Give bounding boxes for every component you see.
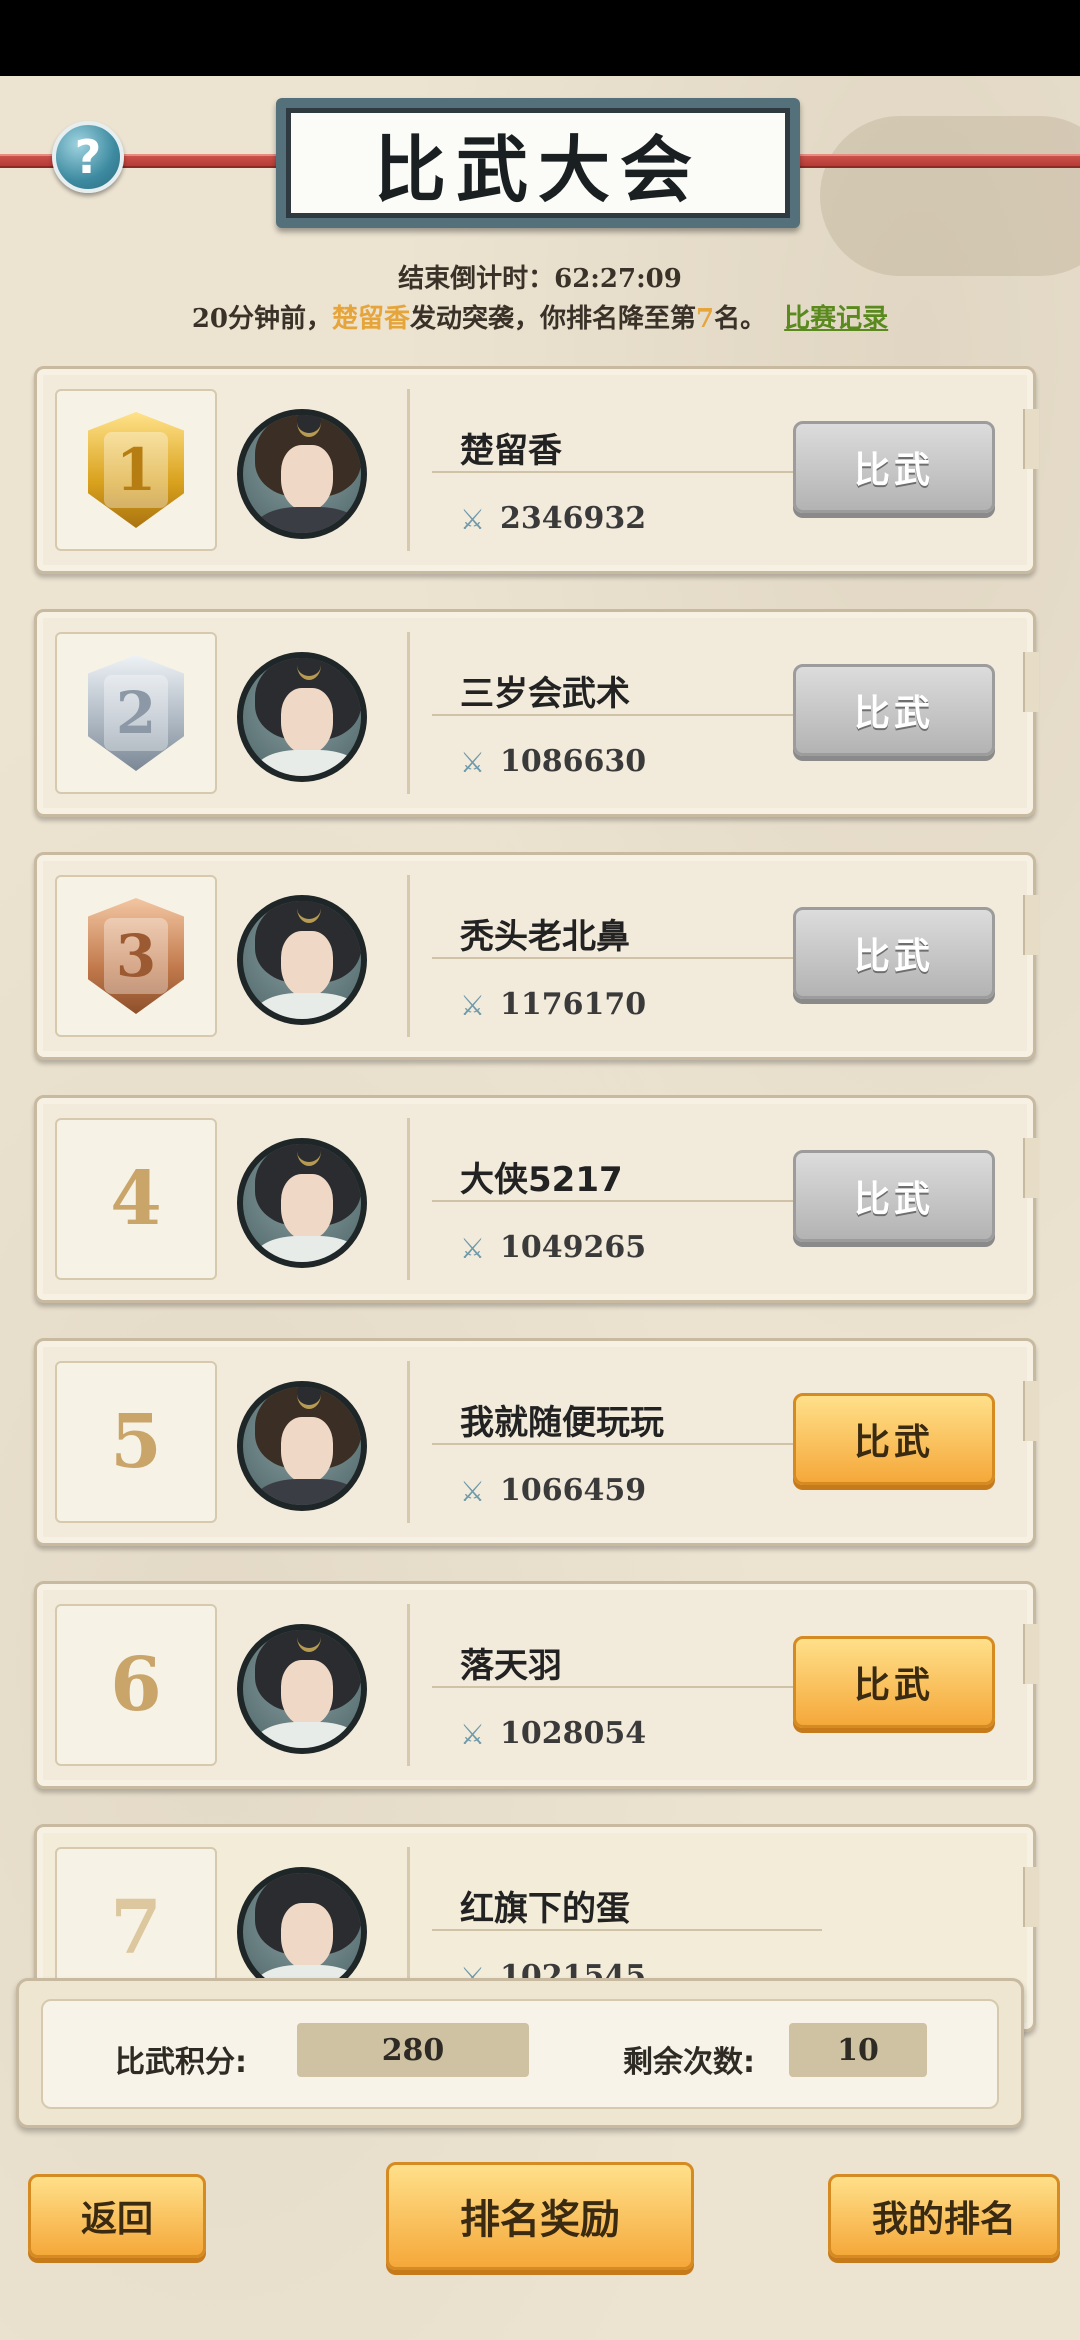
rank-rewards-button[interactable]: 排名奖励 — [386, 2162, 694, 2270]
player-info: 落天羽 ⚔ 1028054 — [407, 1604, 822, 1766]
rank-card: 1 楚留香 ⚔ 2346932 比武 — [34, 366, 1039, 574]
player-info: 三岁会武术 ⚔ 1086630 — [407, 632, 822, 794]
crossed-swords-icon: ⚔ — [460, 989, 486, 1022]
combat-power: 1066459 — [500, 1473, 647, 1508]
player-name: 三岁会武术 — [460, 674, 630, 714]
bronze-medal-icon: 3 — [88, 898, 184, 1014]
crossed-swords-icon: ⚔ — [460, 1718, 486, 1751]
player-avatar[interactable] — [237, 1624, 367, 1754]
player-info: 楚留香 ⚔ 2346932 — [407, 389, 822, 551]
player-avatar[interactable] — [237, 652, 367, 782]
rank-number: 7 — [110, 1885, 162, 1971]
game-screen: ? 比武大会 结束倒计时：62:27:09 20分钟前，楚留香发动突袭，你排名降… — [0, 76, 1080, 2340]
combat-power: 2346932 — [500, 501, 647, 536]
rank-badge: 1 — [55, 389, 217, 551]
gold-medal-icon: 1 — [88, 412, 184, 528]
player-name: 大侠5217 — [460, 1160, 623, 1200]
ranking-list: 1 楚留香 ⚔ 2346932 比武 2 三岁会武术 ⚔ 1086630 比武 … — [0, 76, 1080, 2032]
player-info: 大侠5217 ⚔ 1049265 — [407, 1118, 822, 1280]
stats-panel: 比武积分: 280 剩余次数: 10 — [16, 1978, 1024, 2128]
rank-card: 4 大侠5217 ⚔ 1049265 比武 — [34, 1095, 1039, 1303]
remaining-attempts-label: 剩余次数: — [623, 2045, 755, 2080]
player-name: 我就随便玩玩 — [460, 1403, 664, 1443]
player-avatar[interactable] — [237, 1381, 367, 1511]
player-name: 秃头老北鼻 — [460, 917, 630, 957]
rank-badge: 6 — [55, 1604, 217, 1766]
rank-number: 6 — [110, 1642, 162, 1728]
combat-power: 1086630 — [500, 744, 647, 779]
remaining-attempts-value: 10 — [789, 2023, 927, 2077]
duel-points-value: 280 — [297, 2023, 529, 2077]
silver-medal-icon: 2 — [88, 655, 184, 771]
player-info: 秃头老北鼻 ⚔ 1176170 — [407, 875, 822, 1037]
back-button[interactable]: 返回 — [28, 2174, 206, 2258]
rank-card: 2 三岁会武术 ⚔ 1086630 比武 — [34, 609, 1039, 817]
duel-button[interactable]: 比武 — [793, 1393, 995, 1485]
rank-card: 3 秃头老北鼻 ⚔ 1176170 比武 — [34, 852, 1039, 1060]
combat-power: 1049265 — [500, 1230, 647, 1265]
duel-button[interactable]: 比武 — [793, 664, 995, 756]
rank-badge: 3 — [55, 875, 217, 1037]
rank-number: 4 — [110, 1156, 162, 1242]
rank-card: 6 落天羽 ⚔ 1028054 比武 — [34, 1581, 1039, 1789]
rank-number: 5 — [110, 1399, 162, 1485]
player-name: 落天羽 — [460, 1646, 562, 1686]
duel-button[interactable]: 比武 — [793, 1150, 995, 1242]
rank-badge: 4 — [55, 1118, 217, 1280]
player-name: 楚留香 — [460, 431, 562, 471]
my-rank-button[interactable]: 我的排名 — [828, 2174, 1060, 2258]
combat-power: 1028054 — [500, 1716, 647, 1751]
duel-points-label: 比武积分: — [115, 2045, 247, 2080]
rank-badge: 5 — [55, 1361, 217, 1523]
crossed-swords-icon: ⚔ — [460, 746, 486, 779]
crossed-swords-icon: ⚔ — [460, 1232, 486, 1265]
player-avatar[interactable] — [237, 895, 367, 1025]
duel-button[interactable]: 比武 — [793, 1636, 995, 1728]
duel-button[interactable]: 比武 — [793, 421, 995, 513]
rank-badge: 2 — [55, 632, 217, 794]
status-bar — [0, 0, 1080, 76]
player-avatar[interactable] — [237, 1138, 367, 1268]
crossed-swords-icon: ⚔ — [460, 503, 486, 536]
combat-power: 1176170 — [500, 987, 647, 1022]
player-info: 我就随便玩玩 ⚔ 1066459 — [407, 1361, 822, 1523]
duel-button[interactable]: 比武 — [793, 907, 995, 999]
player-name: 红旗下的蛋 — [460, 1889, 630, 1929]
player-avatar[interactable] — [237, 409, 367, 539]
crossed-swords-icon: ⚔ — [460, 1475, 486, 1508]
rank-card: 5 我就随便玩玩 ⚔ 1066459 比武 — [34, 1338, 1039, 1546]
